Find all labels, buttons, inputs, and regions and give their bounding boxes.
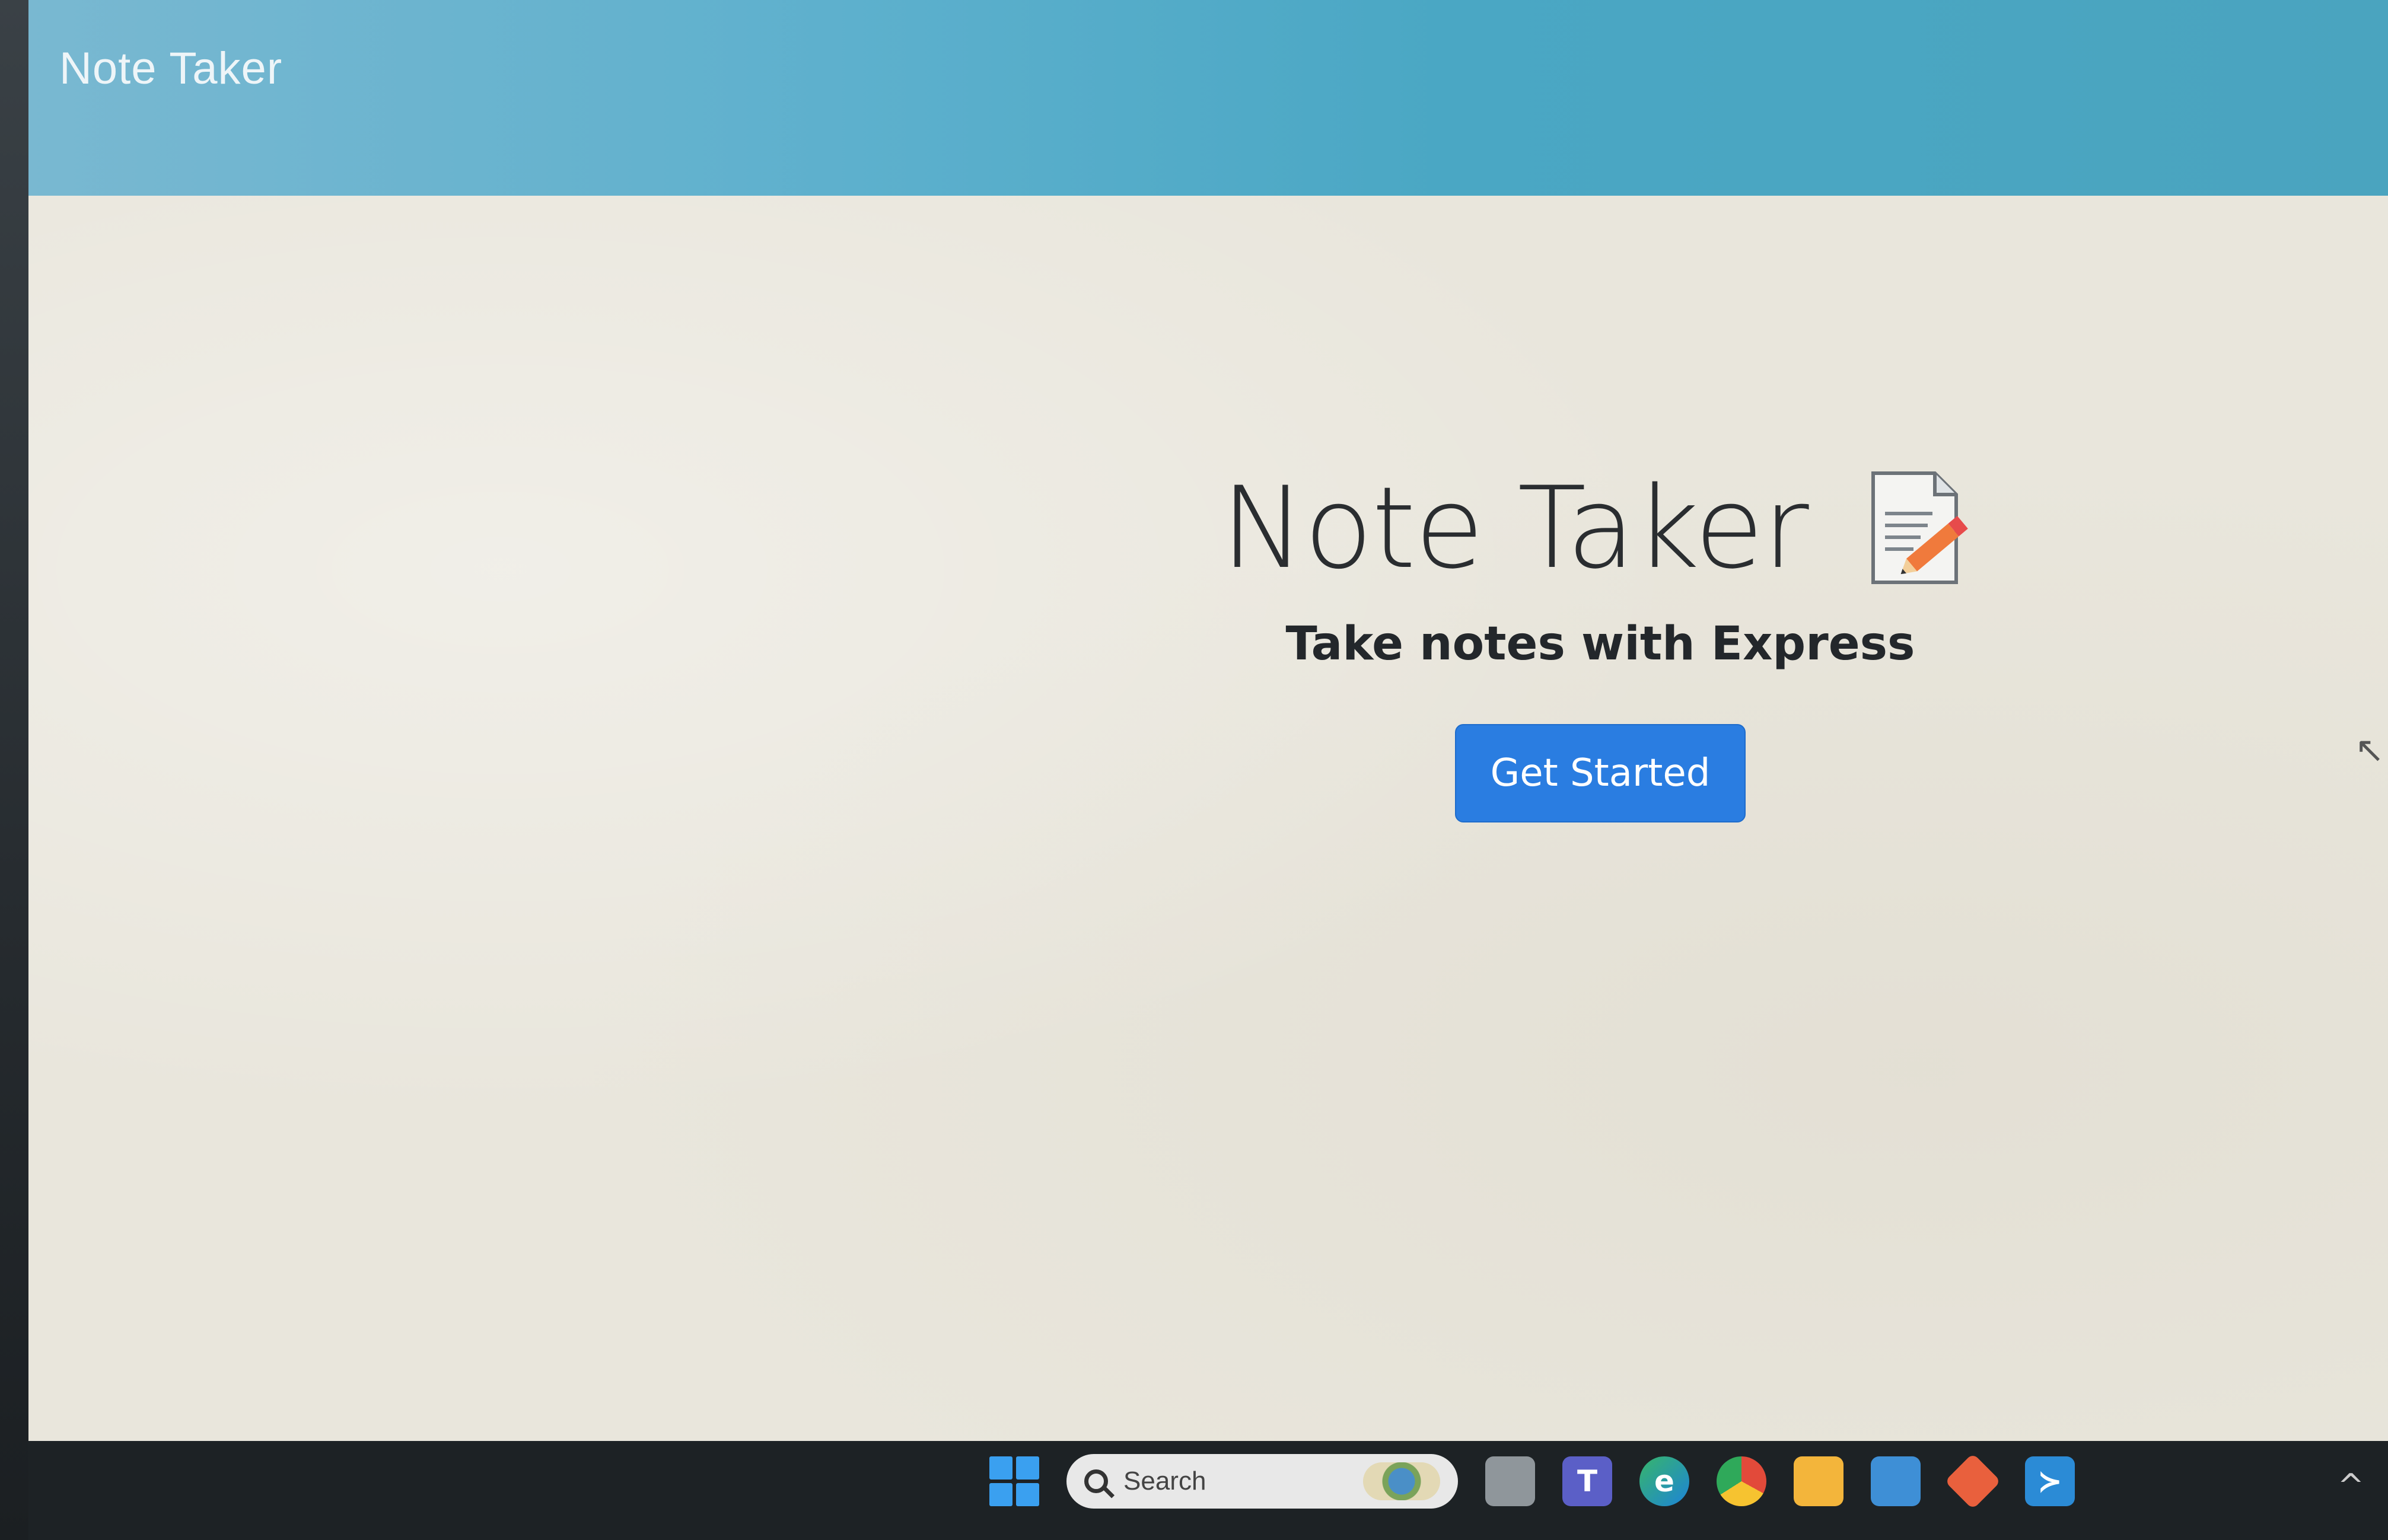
tray-chevron-icon[interactable]: ^ bbox=[2338, 1467, 2364, 1504]
windows-taskbar: Search T e ≻ ^ bbox=[28, 1441, 2388, 1540]
file-explorer-icon[interactable] bbox=[1794, 1456, 1843, 1506]
search-label: Search bbox=[1123, 1466, 1206, 1496]
navbar-brand[interactable]: Note Taker bbox=[59, 43, 282, 94]
taskbar-search-box[interactable]: Search bbox=[1066, 1454, 1458, 1509]
hero-subtitle: Take notes with Express bbox=[1285, 617, 1915, 671]
hero-section: Note Taker Take notes with Express Get S… bbox=[1037, 463, 2164, 822]
task-view-icon[interactable] bbox=[1485, 1456, 1535, 1506]
browser-viewport: Note Taker Note Taker Take notes with Ex… bbox=[28, 0, 2388, 1441]
mouse-cursor-icon: ↖ bbox=[2354, 729, 2384, 771]
taskbar-apps: Search T e ≻ bbox=[989, 1453, 2075, 1510]
get-started-button[interactable]: Get Started bbox=[1454, 724, 1746, 822]
chrome-icon[interactable] bbox=[1717, 1456, 1766, 1506]
teams-icon[interactable]: T bbox=[1562, 1456, 1612, 1506]
memo-icon bbox=[1871, 471, 1968, 584]
windows-start-icon[interactable] bbox=[989, 1456, 1039, 1506]
hero-title-row: Note Taker bbox=[1037, 463, 2164, 594]
search-icon bbox=[1084, 1469, 1108, 1493]
photos-icon[interactable] bbox=[1871, 1456, 1921, 1506]
page-title: Note Taker bbox=[1221, 463, 1808, 594]
git-icon[interactable] bbox=[1944, 1453, 2001, 1510]
search-highlight-icon bbox=[1363, 1462, 1440, 1500]
edge-icon[interactable]: e bbox=[1639, 1456, 1689, 1506]
navbar: Note Taker bbox=[28, 0, 2388, 196]
vscode-icon[interactable]: ≻ bbox=[2025, 1456, 2075, 1506]
